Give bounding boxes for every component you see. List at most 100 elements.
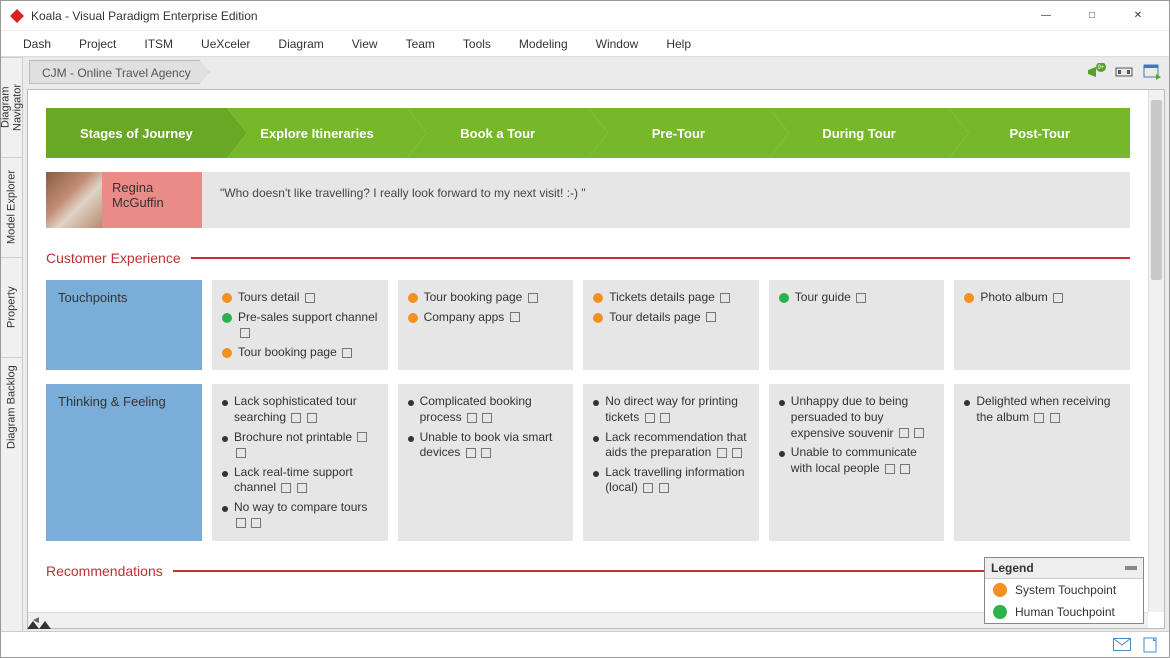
- open-reference-icon[interactable]: [914, 428, 924, 438]
- open-reference-icon[interactable]: [481, 448, 491, 458]
- note-icon[interactable]: [885, 464, 895, 474]
- side-tab-diagram-navigator[interactable]: Diagram Navigator: [1, 57, 22, 157]
- legend-header[interactable]: Legend: [985, 558, 1143, 579]
- thinking-item[interactable]: Lack real-time support channel: [222, 463, 378, 498]
- note-icon[interactable]: [645, 413, 655, 423]
- horizontal-scrollbar[interactable]: ◄ ►: [28, 612, 1148, 628]
- open-reference-icon[interactable]: [251, 518, 261, 528]
- maximize-button[interactable]: □: [1069, 1, 1115, 31]
- stage-book[interactable]: Book a Tour: [407, 108, 588, 158]
- note-icon[interactable]: [1034, 413, 1044, 423]
- lane-label-touchpoints[interactable]: Touchpoints: [46, 280, 202, 370]
- thinking-cell[interactable]: No direct way for printing tickets Lack …: [583, 384, 759, 541]
- stage-during-tour[interactable]: During Tour: [769, 108, 950, 158]
- open-reference-icon[interactable]: [732, 448, 742, 458]
- touchpoint-cell[interactable]: Tickets details page Tour details page: [583, 280, 759, 370]
- thinking-item[interactable]: Lack travelling information (local): [593, 463, 749, 498]
- open-reference-icon[interactable]: [305, 293, 315, 303]
- touchpoint-item[interactable]: Company apps: [408, 308, 564, 328]
- open-reference-icon[interactable]: [1053, 293, 1063, 303]
- open-reference-icon[interactable]: [307, 413, 317, 423]
- side-tab-model-explorer[interactable]: Model Explorer: [1, 157, 22, 257]
- vertical-scrollbar[interactable]: [1148, 90, 1164, 612]
- touchpoint-cell[interactable]: Photo album: [954, 280, 1130, 370]
- touchpoint-cell[interactable]: Tour guide: [769, 280, 945, 370]
- touchpoint-item[interactable]: Tour guide: [779, 288, 935, 308]
- touchpoint-item[interactable]: Tour booking page: [222, 343, 378, 363]
- menu-dash[interactable]: Dash: [9, 33, 65, 55]
- open-reference-icon[interactable]: [706, 312, 716, 322]
- panel-resize-handle[interactable]: [27, 621, 51, 629]
- open-reference-icon[interactable]: [236, 448, 246, 458]
- menu-team[interactable]: Team: [392, 33, 449, 55]
- legend-item[interactable]: System Touchpoint: [985, 579, 1143, 601]
- touchpoint-cell[interactable]: Tours detail Pre-sales support channel T…: [212, 280, 388, 370]
- legend-item[interactable]: Human Touchpoint: [985, 601, 1143, 623]
- minimize-button[interactable]: —: [1023, 1, 1069, 31]
- stage-pre-tour[interactable]: Pre-Tour: [588, 108, 769, 158]
- note-icon[interactable]: [357, 432, 367, 442]
- note-icon[interactable]: [236, 518, 246, 528]
- menu-tools[interactable]: Tools: [449, 33, 505, 55]
- thinking-item[interactable]: No way to compare tours: [222, 498, 378, 533]
- thinking-item[interactable]: No direct way for printing tickets: [593, 392, 749, 427]
- touchpoint-item[interactable]: Photo album: [964, 288, 1120, 308]
- thinking-item[interactable]: Unable to book via smart devices: [408, 428, 564, 463]
- thinking-cell[interactable]: Complicated booking process Unable to bo…: [398, 384, 574, 541]
- thinking-item[interactable]: Delighted when receiving the album: [964, 392, 1120, 427]
- open-reference-icon[interactable]: [856, 293, 866, 303]
- menu-window[interactable]: Window: [582, 33, 653, 55]
- open-reference-icon[interactable]: [659, 483, 669, 493]
- breadcrumb-item[interactable]: CJM - Online Travel Agency: [29, 60, 210, 84]
- note-icon[interactable]: [717, 448, 727, 458]
- menu-project[interactable]: Project: [65, 33, 130, 55]
- menu-help[interactable]: Help: [652, 33, 705, 55]
- note-icon[interactable]: [281, 483, 291, 493]
- mail-icon[interactable]: [1113, 637, 1131, 653]
- thinking-item[interactable]: Complicated booking process: [408, 392, 564, 427]
- diagram-canvas[interactable]: Stages of Journey Explore Itineraries Bo…: [27, 89, 1165, 629]
- side-tab-property[interactable]: Property: [1, 257, 22, 357]
- legend-panel[interactable]: Legend System TouchpointHuman Touchpoint: [984, 557, 1144, 624]
- announce-icon[interactable]: 9+: [1085, 62, 1107, 82]
- open-reference-icon[interactable]: [1050, 413, 1060, 423]
- switch-diagram-icon[interactable]: [1141, 62, 1163, 82]
- thinking-item[interactable]: Lack sophisticated tour searching: [222, 392, 378, 427]
- note-icon[interactable]: [467, 413, 477, 423]
- note-icon[interactable]: [291, 413, 301, 423]
- touchpoint-item[interactable]: Tickets details page: [593, 288, 749, 308]
- thinking-cell[interactable]: Delighted when receiving the album: [954, 384, 1130, 541]
- stage-header[interactable]: Stages of Journey: [46, 108, 227, 158]
- open-reference-icon[interactable]: [297, 483, 307, 493]
- thinking-item[interactable]: Brochure not printable: [222, 428, 378, 463]
- open-reference-icon[interactable]: [510, 312, 520, 322]
- stage-explore[interactable]: Explore Itineraries: [227, 108, 408, 158]
- legend-minimize-icon[interactable]: [1125, 566, 1137, 570]
- thinking-item[interactable]: Lack recommendation that aids the prepar…: [593, 428, 749, 463]
- menu-uexceler[interactable]: UeXceler: [187, 33, 264, 55]
- open-reference-icon[interactable]: [900, 464, 910, 474]
- open-reference-icon[interactable]: [482, 413, 492, 423]
- touchpoint-item[interactable]: Pre-sales support channel: [222, 308, 378, 343]
- thinking-item[interactable]: Unable to communicate with local people: [779, 443, 935, 478]
- note-icon[interactable]: [899, 428, 909, 438]
- side-tab-diagram-backlog[interactable]: Diagram Backlog: [1, 357, 22, 457]
- note-icon[interactable]: [466, 448, 476, 458]
- stage-post-tour[interactable]: Post-Tour: [949, 108, 1130, 158]
- lane-label-thinking[interactable]: Thinking & Feeling: [46, 384, 202, 541]
- menu-view[interactable]: View: [338, 33, 392, 55]
- open-reference-icon[interactable]: [528, 293, 538, 303]
- touchpoint-cell[interactable]: Tour booking page Company apps: [398, 280, 574, 370]
- open-reference-icon[interactable]: [720, 293, 730, 303]
- scrollbar-thumb[interactable]: [1151, 100, 1162, 280]
- thinking-cell[interactable]: Unhappy due to being persuaded to buy ex…: [769, 384, 945, 541]
- touchpoint-item[interactable]: Tour booking page: [408, 288, 564, 308]
- close-button[interactable]: ✕: [1115, 1, 1161, 31]
- layout-icon[interactable]: [1113, 62, 1135, 82]
- thinking-cell[interactable]: Lack sophisticated tour searching Brochu…: [212, 384, 388, 541]
- touchpoint-item[interactable]: Tour details page: [593, 308, 749, 328]
- open-reference-icon[interactable]: [240, 328, 250, 338]
- open-reference-icon[interactable]: [660, 413, 670, 423]
- open-reference-icon[interactable]: [342, 348, 352, 358]
- touchpoint-item[interactable]: Tours detail: [222, 288, 378, 308]
